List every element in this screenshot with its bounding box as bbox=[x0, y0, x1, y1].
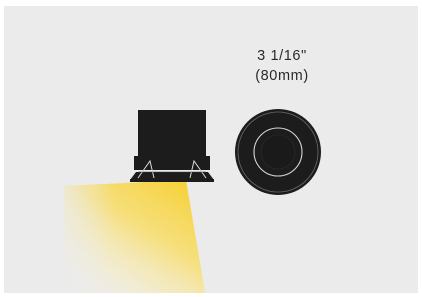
downlight-side-view-icon bbox=[130, 110, 214, 182]
light-beam-icon bbox=[64, 180, 206, 293]
dimension-imperial: 3 1/16" bbox=[257, 48, 307, 64]
product-diagram-panel: 3 1/16" (80mm) bbox=[4, 6, 418, 293]
dimension-label: 3 1/16" (80mm) bbox=[232, 46, 332, 86]
downlight-drawing bbox=[64, 109, 321, 293]
dimension-metric: (80mm) bbox=[255, 68, 309, 84]
downlight-front-view-icon bbox=[235, 109, 321, 195]
